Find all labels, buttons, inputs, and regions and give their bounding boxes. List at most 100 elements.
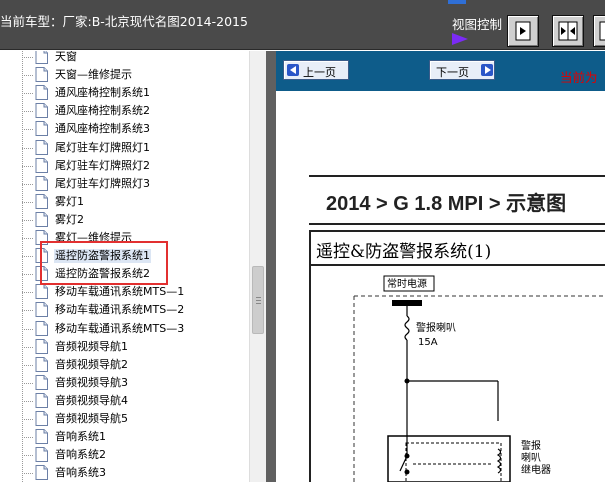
tree-connector — [22, 346, 33, 348]
tree-connector — [22, 165, 33, 167]
tree-item[interactable]: 天窗—维修提示 — [22, 66, 248, 84]
document-icon — [35, 392, 48, 408]
junction-dot — [404, 469, 410, 475]
document-icon — [35, 320, 48, 336]
document-icon — [35, 374, 48, 390]
tree-item[interactable]: 尾灯驻车灯牌照灯2 — [22, 157, 248, 175]
bus-bar — [392, 300, 422, 306]
view-two-page-button[interactable] — [552, 15, 584, 47]
tree-item-label: 雾灯2 — [55, 212, 84, 226]
panel-splitter[interactable] — [266, 51, 276, 482]
tree-connector — [22, 437, 33, 439]
tree-connector — [22, 328, 33, 330]
tree-connector — [22, 183, 33, 185]
tree-item[interactable]: 尾灯驻车灯牌照灯1 — [22, 139, 248, 157]
tree-item[interactable]: 通风座椅控制系统3 — [22, 120, 248, 138]
grip-line — [256, 297, 261, 298]
tree-connector — [22, 292, 33, 294]
tree-item[interactable]: 天窗 — [22, 51, 248, 66]
relay-label-line2: 喇叭 — [521, 452, 541, 464]
tree-item-label: 音频视频导航1 — [55, 339, 128, 353]
relay-coil — [496, 448, 502, 474]
tree-connector — [22, 219, 33, 221]
tree-connector — [22, 57, 33, 58]
tree-item[interactable]: 移动车载通讯系统MTS—2 — [22, 301, 248, 319]
tree-item[interactable]: 音频视频导航1 — [22, 338, 248, 356]
tree-item[interactable]: 音频视频导航3 — [22, 374, 248, 392]
document-icon — [35, 193, 48, 209]
fuse-symbol — [404, 315, 410, 341]
tree-connector — [22, 147, 33, 149]
tree-connector — [22, 93, 33, 95]
tree-item[interactable]: 音响系统1 — [22, 428, 248, 446]
tree-connector — [22, 473, 33, 475]
view-fit-button[interactable] — [593, 15, 605, 47]
tree-item-label: 音频视频导航4 — [55, 393, 128, 407]
view-control-label: 视图控制 — [452, 17, 503, 32]
tree-item[interactable]: 音频视频导航4 — [22, 392, 248, 410]
document-icon — [35, 85, 48, 101]
tree-item-label: 移动车载通讯系统MTS—1 — [55, 285, 185, 299]
play-arrow-icon — [452, 33, 468, 45]
pages-split-icon — [558, 21, 578, 41]
header-bar: 当前车型：厂家:B-北京现代名图2014-2015 视图控制 — [0, 0, 605, 50]
tree-item-label: 通风座椅控制系统1 — [55, 86, 150, 100]
horn-fuse-label: 警报喇叭 — [416, 321, 456, 334]
tree-connector — [22, 419, 33, 420]
tree-item-label: 音频视频导航3 — [55, 375, 128, 389]
grip-line — [256, 300, 261, 301]
tree-item-label: 移动车载通讯系统MTS—3 — [55, 321, 185, 335]
tree-item[interactable]: 雾灯2 — [22, 211, 248, 229]
view-single-page-button[interactable] — [507, 15, 539, 47]
tree-item[interactable]: 尾灯驻车灯牌照灯3 — [22, 175, 248, 193]
wiring-schematic: 常时电源 警报喇叭 15A 警报 喇叭 继电器 — [353, 275, 605, 482]
page-right-icon — [515, 21, 531, 41]
tree-item-label: 音响系统1 — [55, 430, 106, 444]
tree-item-label: 天窗—维修提示 — [55, 68, 132, 82]
document-icon — [35, 356, 48, 372]
tree-scrollbar-thumb[interactable] — [252, 266, 264, 334]
document-icon — [35, 338, 48, 354]
document-icon — [35, 302, 48, 318]
current-model-label: 当前车型：厂家:B-北京现代名图2014-2015 — [0, 14, 248, 29]
document-icon — [35, 157, 48, 173]
tree-connector — [22, 310, 33, 312]
tree-item[interactable]: 音频视频导航2 — [22, 356, 248, 374]
tree-item-label: 音响系统2 — [55, 448, 106, 462]
document-icon — [35, 465, 48, 481]
document-icon — [35, 447, 48, 463]
tree-item[interactable]: 音响系统2 — [22, 446, 248, 464]
tree-connector — [22, 129, 33, 131]
document-icon — [35, 121, 48, 137]
tree-item[interactable]: 雾灯1 — [22, 193, 248, 211]
document-icon — [35, 175, 48, 191]
tree-connector — [22, 201, 33, 203]
tree-item-label: 尾灯驻车灯牌照灯3 — [55, 176, 150, 190]
grip-line — [256, 303, 261, 304]
tree-item[interactable]: 音频视频导航5 — [22, 410, 248, 428]
tree-item-label: 天窗 — [55, 51, 77, 63]
tree-scrollbar[interactable] — [249, 51, 266, 482]
document-icon — [35, 103, 48, 119]
relay-label-line3: 继电器 — [521, 463, 551, 476]
selection-highlight-box — [40, 241, 168, 285]
tree-connector — [22, 400, 33, 402]
top-tab-indicator[interactable] — [448, 0, 466, 4]
relay-inner-box — [405, 442, 502, 482]
tree-item-label: 音频视频导航5 — [55, 412, 128, 425]
tree-connector — [22, 364, 33, 366]
document-viewer: 上一页 下一页 当前为 2014 > G 1.8 MPI > 示意图 遥控&防盗… — [276, 51, 605, 482]
document-icon — [35, 411, 48, 426]
tree-item[interactable]: 移动车载通讯系统MTS—1 — [22, 283, 248, 301]
tree-item[interactable]: 通风座椅控制系统1 — [22, 84, 248, 102]
page-fit-icon — [599, 21, 605, 41]
tree-item-label: 通风座椅控制系统2 — [55, 104, 150, 118]
document-icon — [35, 429, 48, 445]
tree-item[interactable]: 音响系统3 — [22, 464, 248, 482]
tree-item-label: 移动车载通讯系统MTS—2 — [55, 303, 185, 317]
tree-item-label: 通风座椅控制系统3 — [55, 122, 150, 136]
tree-item[interactable]: 移动车载通讯系统MTS—3 — [22, 320, 248, 338]
relay-label-line1: 警报 — [521, 439, 541, 452]
tree-item[interactable]: 通风座椅控制系统2 — [22, 102, 248, 120]
tree-connector — [22, 382, 33, 384]
